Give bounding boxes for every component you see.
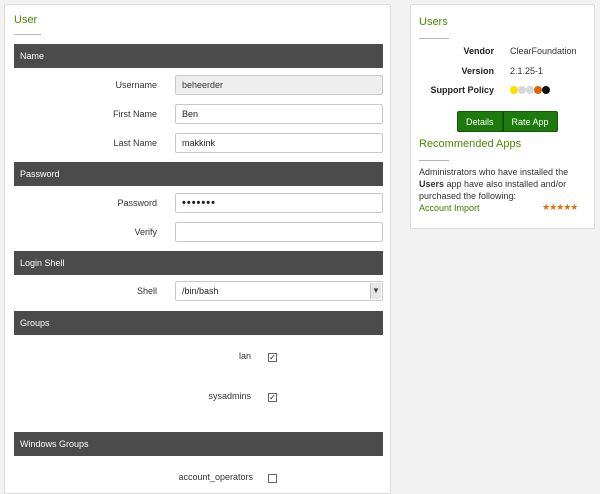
username-field[interactable]: beheerder [175,75,383,95]
group-label-sysadmins: sysadmins [208,391,251,401]
user-form-panel: User Name Username beheerder First Name … [4,4,391,494]
group-label-lan: lan [238,351,251,361]
app-info-panel: Users Vendor ClearFoundation Version 2.1… [410,4,595,229]
shell-label: Shell [136,286,157,296]
vendor-label: Vendor [463,46,494,56]
shell-select[interactable]: /bin/bash ▼ [175,281,383,301]
recommended-text-app: Users [419,179,445,189]
section-password: Password [14,162,383,186]
support-dot-3 [526,86,534,94]
version-value: 2.1.25-1 [510,66,544,76]
recommended-text-pre: Administrators who have installed the [419,167,569,177]
username-label: Username [115,80,157,90]
recommended-divider [419,160,449,161]
section-name: Name [14,44,383,68]
section-groups: Groups [14,311,383,335]
star-rating: ★★★★★ [542,202,578,212]
title-divider [14,34,41,35]
support-dot-1 [510,86,518,94]
windows-group-checkbox-account-operators[interactable] [268,474,277,483]
app-action-buttons: Details Rate App [457,111,558,132]
chevron-down-icon[interactable]: ▼ [370,283,381,299]
shell-select-value: /bin/bash [182,286,219,296]
version-label: Version [461,66,494,76]
group-checkbox-lan[interactable]: ✓ [268,353,277,362]
vendor-value: ClearFoundation [510,46,577,56]
windows-group-label-account-operators: account_operators [178,472,253,482]
recommended-description: Administrators who have installed the Us… [419,166,591,202]
password-field[interactable]: ••••••• [175,193,383,213]
last-name-field[interactable]: makkink [175,133,383,153]
app-title: Users [419,16,448,28]
verify-label: Verify [134,227,157,237]
support-policy-label: Support Policy [430,85,494,95]
support-dot-4 [534,86,542,94]
app-title-divider [419,38,449,39]
recommended-app-link[interactable]: Account Import [419,203,480,213]
support-dot-2 [518,86,526,94]
section-windows-groups: Windows Groups [14,432,383,456]
first-name-label: First Name [112,109,157,119]
verify-field[interactable] [175,222,383,242]
panel-title: User [14,14,38,26]
recommended-apps-title: Recommended Apps [419,138,522,150]
section-login-shell: Login Shell [14,251,383,275]
group-checkbox-sysadmins[interactable]: ✓ [268,393,277,402]
support-dot-5 [542,86,550,94]
details-button[interactable]: Details [457,111,503,132]
password-label: Password [117,198,157,208]
last-name-label: Last Name [113,138,157,148]
first-name-field[interactable]: Ben [175,104,383,124]
rate-app-button[interactable]: Rate App [502,111,558,132]
